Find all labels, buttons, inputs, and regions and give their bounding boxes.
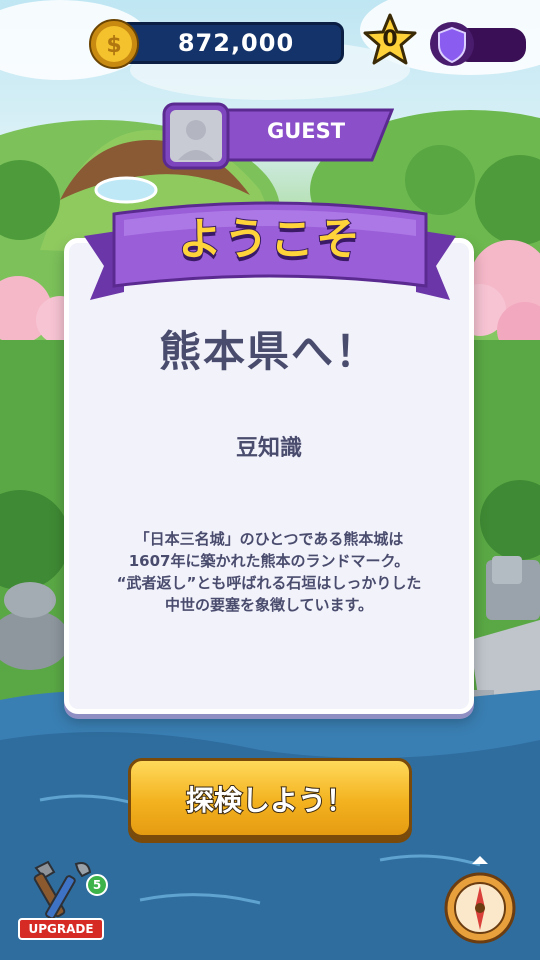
svg-text:$: $ [106, 33, 121, 58]
upgrade-count-badge: 5 [86, 874, 108, 896]
trivia-text: 「日本三名城」のひとつである熊本城は 1607年に築かれた熊本のランドマーク。 … [84, 528, 454, 616]
star-count: 0 [382, 27, 398, 52]
trivia-line: 中世の要塞を象徴しています。 [164, 596, 374, 614]
trivia-line: “武者返し”とも呼ばれる石垣はしっかりした [116, 574, 422, 592]
card-headline: 熊本県へ！ [158, 327, 379, 376]
upgrade-button[interactable]: 5 UPGRADE [14, 854, 110, 944]
player-name: GUEST [266, 119, 346, 143]
upgrade-label: UPGRADE [18, 918, 104, 940]
coin-balance-bar: 872,000 [118, 22, 344, 64]
welcome-card [64, 238, 474, 714]
compass-icon[interactable] [440, 852, 520, 948]
explore-button[interactable]: 探検しよう！ [128, 758, 412, 838]
star-counter: 0 [362, 12, 418, 68]
trivia-line: 1607年に築かれた熊本のランドマーク。 [128, 552, 410, 570]
explore-button-label: 探検しよう！ [185, 783, 355, 818]
coin-icon: $ [89, 19, 139, 69]
banner-title: ようこそ [177, 213, 362, 266]
trivia-line: 「日本三名城」のひとつである熊本城は [134, 530, 404, 548]
avatar-icon[interactable] [162, 102, 230, 170]
trivia-heading: 豆知識 [235, 436, 302, 461]
shield-icon[interactable] [428, 20, 528, 68]
coin-count: 872,000 [177, 29, 295, 57]
